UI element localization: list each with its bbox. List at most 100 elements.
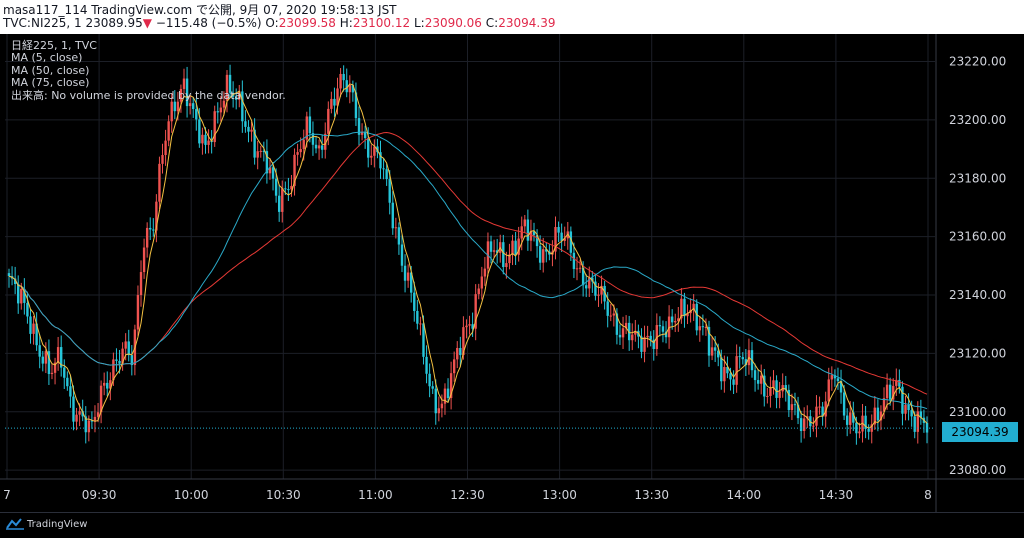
candle-body [207,140,210,145]
candle-body [96,412,100,417]
candle-body [198,119,201,144]
author-name: masa117_114 [3,3,88,17]
candle-body [729,373,732,380]
candle-body [29,316,32,334]
candle-body [247,126,250,132]
candle-body [152,229,155,231]
candle-body [256,151,259,158]
candle-body [44,351,48,364]
candle-body [20,288,23,304]
x-tick-label: 11:00 [358,488,393,502]
candle-body [370,155,373,158]
candle-body [391,202,394,229]
candle-body [790,404,794,411]
candle-body [428,373,431,387]
candle-body [597,294,600,296]
candle-body [621,328,625,338]
candle-body [849,412,852,425]
candle-body [775,380,778,398]
candle-body [815,406,818,426]
price-change: −115.48 (−0.5%) [155,16,262,30]
candle-body [585,285,588,289]
candle-body [456,347,459,360]
candle-body [526,219,530,241]
symbol-label: TVC:NI225, 1 [3,16,82,30]
last-price: 23089.95 [85,16,143,30]
candle-body [7,273,11,277]
chart-header: masa117_114 TradingView.com で公開, 9月 07, … [0,0,1024,34]
y-tick-label: 23140.00 [949,288,1006,302]
candle-body [281,188,284,212]
candle-body [259,150,262,152]
candle-body [216,111,219,113]
candle-body [72,396,75,422]
close-label: C: [485,16,499,30]
y-tick-label: 23080.00 [949,463,1006,477]
candle-body [723,367,726,382]
legend-volume: 出来高: No volume is provided by the data v… [11,88,286,102]
candle-body [118,360,121,364]
candle-body [683,298,686,317]
candle-body [898,379,901,387]
candle-body [907,404,910,411]
x-tick-label: 10:00 [174,488,209,502]
candle-body [142,247,146,273]
candle-body [302,139,305,150]
candle-body [271,167,275,179]
candle-body [139,272,143,296]
candle-body [93,416,97,421]
candle-body [483,268,487,277]
candle-body [75,414,78,422]
candle-body [646,335,649,338]
high-label: H: [339,16,353,30]
candle-body [112,359,115,381]
candle-body [56,347,60,363]
y-tick-label: 23180.00 [949,171,1006,185]
candle-body [489,241,493,252]
candle-body [201,134,204,144]
candle-body [609,315,612,317]
candle-body [511,240,514,255]
candle-body [394,227,398,229]
x-tick-label: 7 [3,488,11,502]
candle-body [452,359,456,374]
candle-body [41,356,44,364]
candle-body [32,323,35,334]
candle-body [176,101,180,112]
candle-body [158,163,161,202]
legend-ma75: MA (75, close) [11,76,90,90]
candle-body [778,391,781,398]
candle-body [446,388,450,399]
chart-canvas[interactable]: 23220.00 23200.00 23180.00 23160.00 23140.00… [0,34,1024,512]
candle-body [161,155,164,164]
candle-body [732,379,735,385]
symbol-quote: TVC:NI225, 1 23089.95▼ −115.48 (−0.5%) O… [3,16,555,30]
candle-body [720,357,723,382]
candle-body [437,408,441,414]
x-tick-label: 13:00 [542,488,577,502]
candle-body [87,420,91,433]
candle-body [431,386,434,389]
price-chart[interactable]: 23220.00 23200.00 23180.00 23160.00 23140.00… [0,34,1024,537]
x-tick-label: 13:30 [634,488,669,502]
candle-body [760,375,763,384]
candle-body [756,380,760,384]
candle-body [606,301,609,316]
candle-body [102,382,106,386]
candle-body [192,103,195,110]
site-name: TradingView.com [91,3,193,17]
candle-body [557,226,560,233]
candle-body [505,263,508,268]
candle-body [244,121,247,127]
tradingview-brand[interactable]: TradingView [6,518,87,530]
candle-body [317,145,321,149]
candle-body [406,272,410,281]
candle-body [419,323,422,325]
candle-body [170,101,173,122]
candle-body [339,73,342,89]
candle-body [713,347,717,351]
candle-body [388,179,391,203]
candle-body [649,335,652,340]
candle-body [858,431,861,434]
candle-body [348,85,351,93]
